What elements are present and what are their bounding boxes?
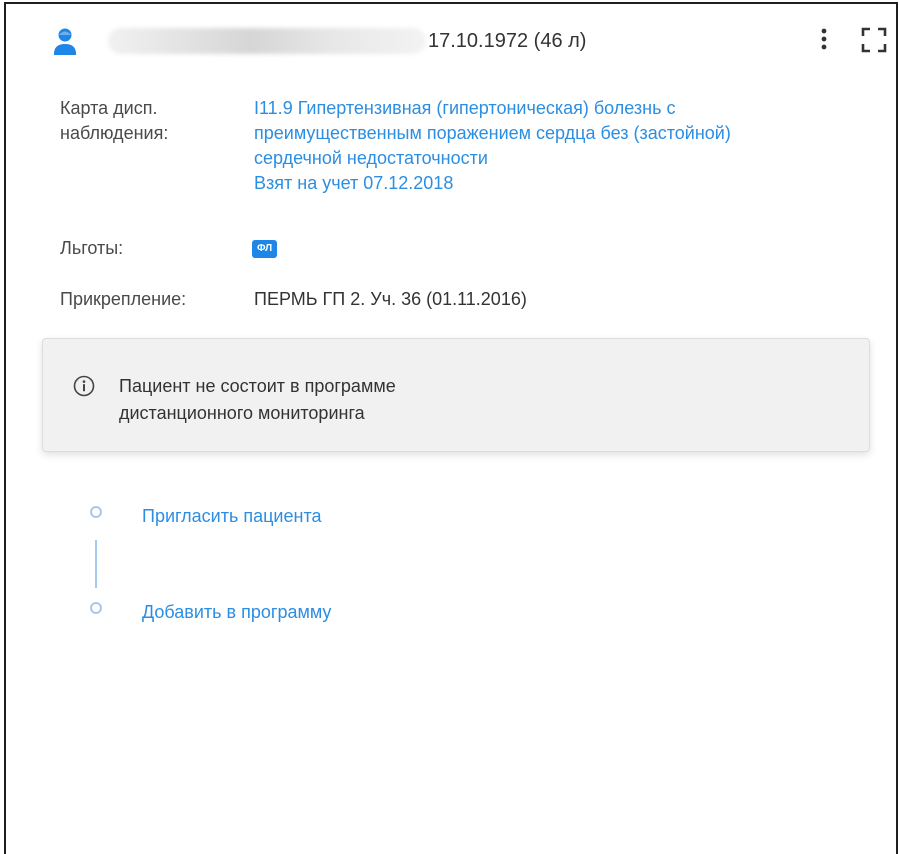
patient-header: 17.10.1972 (46 л): [6, 4, 896, 76]
fullscreen-icon[interactable]: [860, 26, 888, 54]
invite-patient-link[interactable]: Пригласить пациента: [142, 506, 322, 527]
diagnosis-line1: I11.9 Гипертензивная (гипертоническая) б…: [254, 98, 676, 118]
disp-card-label: Карта дисп. наблюдения:: [60, 96, 168, 146]
step-connector: [95, 540, 97, 588]
disp-card-label-line2: наблюдения:: [60, 123, 169, 143]
notice-text: Пациент не состоит в программе дистанцио…: [119, 373, 619, 427]
info-icon: [73, 375, 95, 397]
step-2-circle-icon: [90, 602, 102, 614]
benefits-label: Льготы:: [60, 238, 124, 258]
attachment-label: Прикрепление:: [60, 289, 187, 309]
notice-line2: дистанционного мониторинга: [119, 403, 365, 423]
diagnosis-line3: сердечной недостаточности: [254, 148, 488, 168]
add-to-program-link[interactable]: Добавить в программу: [142, 602, 331, 623]
patient-card-panel: 17.10.1972 (46 л) Карта дисп. наблюдения…: [4, 2, 898, 854]
birth-date: 17.10.1972 (46 л): [428, 30, 587, 52]
patient-name-redacted: [108, 28, 426, 54]
more-vert-icon[interactable]: [812, 22, 836, 56]
diagnosis-link[interactable]: I11.9 Гипертензивная (гипертоническая) б…: [254, 96, 894, 196]
attachment-value: ПЕРМЬ ГП 2. Уч. 36 (01.11.2016): [254, 289, 527, 309]
disp-card-label-line1: Карта дисп.: [60, 98, 158, 118]
diagnosis-line2: преимущественным поражением сердца без (…: [254, 123, 731, 143]
step-1-circle-icon: [90, 506, 102, 518]
person-icon: [54, 28, 76, 55]
registered-date: Взят на учет 07.12.2018: [254, 173, 454, 193]
notice-line1: Пациент не состоит в программе: [119, 376, 396, 396]
benefit-badge[interactable]: ФЛ: [252, 240, 278, 258]
monitoring-notice: Пациент не состоит в программе дистанцио…: [42, 338, 870, 452]
